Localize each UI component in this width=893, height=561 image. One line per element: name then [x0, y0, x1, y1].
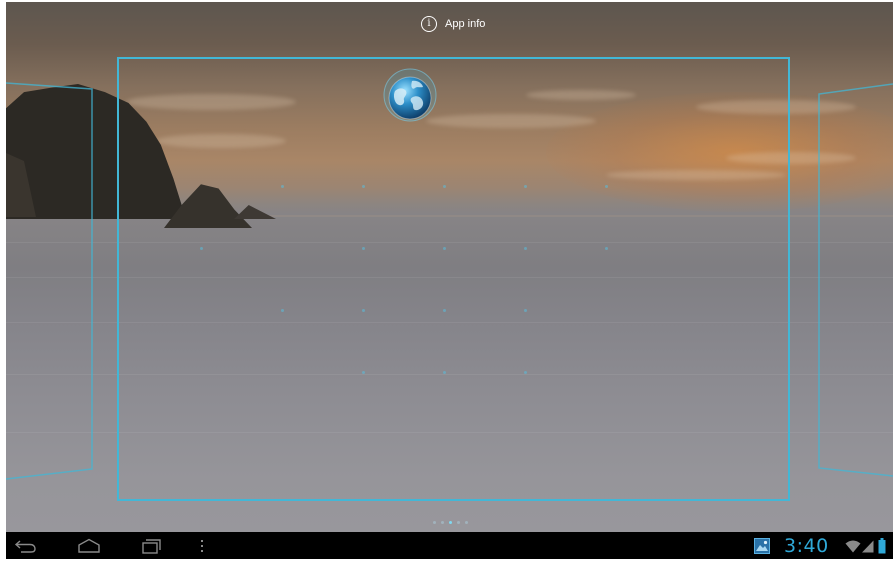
page-dot[interactable]: [441, 521, 444, 524]
system-bar: 3:40: [6, 532, 893, 559]
menu-button[interactable]: [194, 532, 210, 559]
grid-dot: [281, 185, 284, 188]
back-icon: [14, 539, 36, 553]
back-button[interactable]: [11, 532, 41, 559]
clock[interactable]: 3:40: [784, 536, 829, 556]
gallery-notification-icon: [754, 537, 770, 554]
grid-dot: [524, 309, 527, 312]
grid-dot: [605, 247, 608, 250]
page-dot[interactable]: [465, 521, 468, 524]
grid-dot: [605, 185, 608, 188]
right-panel-outline[interactable]: [816, 80, 893, 480]
page-indicator[interactable]: [433, 521, 468, 524]
grid-dot: [443, 247, 446, 250]
app-info-label: App info: [445, 18, 486, 30]
recent-apps-icon: [142, 538, 161, 554]
grid-dot: [281, 309, 284, 312]
grid-dot: [362, 371, 365, 374]
page-dot[interactable]: [433, 521, 436, 524]
grid-dot: [524, 247, 527, 250]
notification-area[interactable]: [750, 532, 774, 559]
grid-dot: [443, 371, 446, 374]
battery-icon: [878, 538, 886, 554]
left-panel-outline[interactable]: [6, 77, 96, 487]
browser-globe-icon[interactable]: [382, 67, 438, 123]
home-icon: [78, 538, 100, 553]
grid-dot: [443, 185, 446, 188]
grid-dot: [524, 371, 527, 374]
app-info-drop-target[interactable]: i App info: [421, 14, 485, 34]
recent-apps-button[interactable]: [136, 532, 166, 559]
grid-dot: [200, 247, 203, 250]
grid-dot: [524, 185, 527, 188]
wifi-icon: [845, 540, 861, 553]
grid-dot: [362, 309, 365, 312]
tablet-screen: i App info 3:40: [6, 2, 893, 559]
grid-dot: [362, 185, 365, 188]
page-dot[interactable]: [457, 521, 460, 524]
page-dot-active[interactable]: [449, 521, 452, 524]
grid-dot: [443, 309, 446, 312]
signal-icon: [862, 540, 874, 553]
grid-dot: [362, 247, 365, 250]
home-panel-frame[interactable]: [117, 57, 790, 501]
home-button[interactable]: [74, 532, 104, 559]
menu-icon: [201, 539, 203, 552]
info-icon: i: [421, 16, 437, 32]
